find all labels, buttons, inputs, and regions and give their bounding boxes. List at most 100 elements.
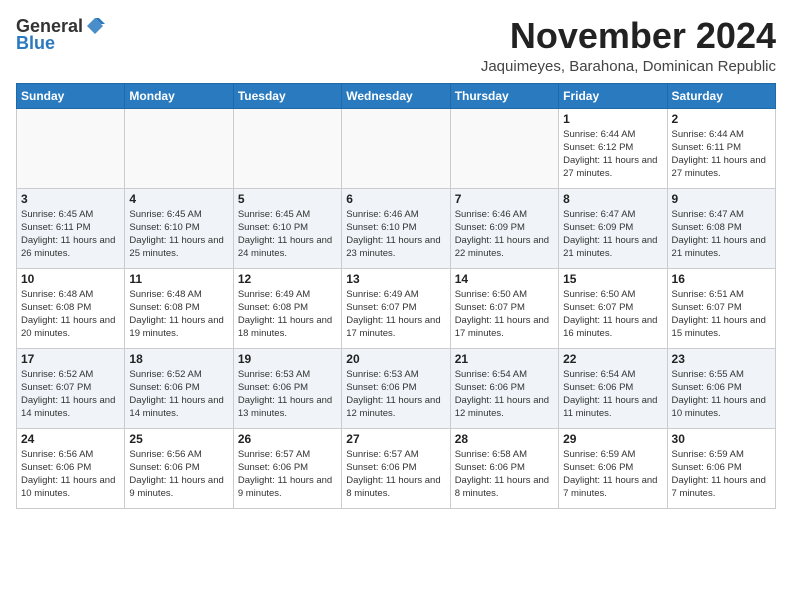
- day-number: 3: [21, 192, 120, 206]
- day-info: Sunrise: 6:51 AM Sunset: 6:07 PM Dayligh…: [672, 288, 771, 341]
- day-number: 30: [672, 432, 771, 446]
- day-cell: 12 Sunrise: 6:49 AM Sunset: 6:08 PM Dayli…: [233, 268, 341, 348]
- empty-cell: [450, 108, 558, 188]
- day-info: Sunrise: 6:55 AM Sunset: 6:06 PM Dayligh…: [672, 368, 771, 421]
- month-title: November 2024: [481, 16, 776, 56]
- day-cell: 23 Sunrise: 6:55 AM Sunset: 6:06 PM Dayli…: [667, 348, 775, 428]
- day-info: Sunrise: 6:47 AM Sunset: 6:08 PM Dayligh…: [672, 208, 771, 261]
- day-number: 17: [21, 352, 120, 366]
- day-number: 12: [238, 272, 337, 286]
- day-number: 28: [455, 432, 554, 446]
- day-number: 21: [455, 352, 554, 366]
- day-cell: 30 Sunrise: 6:59 AM Sunset: 6:06 PM Dayli…: [667, 428, 775, 508]
- day-number: 18: [129, 352, 228, 366]
- day-info: Sunrise: 6:50 AM Sunset: 6:07 PM Dayligh…: [455, 288, 554, 341]
- day-cell: 2Sunrise: 6:44 AM Sunset: 6:11 PM Daylig…: [667, 108, 775, 188]
- day-info: Sunrise: 6:52 AM Sunset: 6:07 PM Dayligh…: [21, 368, 120, 421]
- day-number: 14: [455, 272, 554, 286]
- day-number: 23: [672, 352, 771, 366]
- day-cell: 18Sunrise: 6:52 AM Sunset: 6:06 PM Dayli…: [125, 348, 233, 428]
- location-subtitle: Jaquimeyes, Barahona, Dominican Republic: [481, 58, 776, 75]
- day-number: 11: [129, 272, 228, 286]
- day-cell: 25 Sunrise: 6:56 AM Sunset: 6:06 PM Dayli…: [125, 428, 233, 508]
- day-info: Sunrise: 6:58 AM Sunset: 6:06 PM Dayligh…: [455, 448, 554, 501]
- day-number: 22: [563, 352, 662, 366]
- day-number: 20: [346, 352, 445, 366]
- col-tuesday: Tuesday: [233, 83, 341, 108]
- day-info: Sunrise: 6:46 AM Sunset: 6:09 PM Dayligh…: [455, 208, 554, 261]
- day-cell: 16Sunrise: 6:51 AM Sunset: 6:07 PM Dayli…: [667, 268, 775, 348]
- day-info: Sunrise: 6:56 AM Sunset: 6:06 PM Dayligh…: [129, 448, 228, 501]
- day-number: 27: [346, 432, 445, 446]
- day-info: Sunrise: 6:46 AM Sunset: 6:10 PM Dayligh…: [346, 208, 445, 261]
- day-cell: 9 Sunrise: 6:47 AM Sunset: 6:08 PM Daylig…: [667, 188, 775, 268]
- logo-icon: [85, 16, 105, 36]
- calendar-header-row: Sunday Monday Tuesday Wednesday Thursday…: [17, 83, 776, 108]
- col-sunday: Sunday: [17, 83, 125, 108]
- day-cell: 5 Sunrise: 6:45 AM Sunset: 6:10 PM Daylig…: [233, 188, 341, 268]
- empty-cell: [342, 108, 450, 188]
- calendar-table: Sunday Monday Tuesday Wednesday Thursday…: [16, 83, 776, 509]
- day-cell: 24 Sunrise: 6:56 AM Sunset: 6:06 PM Dayli…: [17, 428, 125, 508]
- day-number: 15: [563, 272, 662, 286]
- week-row: 3 Sunrise: 6:45 AM Sunset: 6:11 PM Daylig…: [17, 188, 776, 268]
- day-info: Sunrise: 6:59 AM Sunset: 6:06 PM Dayligh…: [672, 448, 771, 501]
- day-number: 29: [563, 432, 662, 446]
- col-saturday: Saturday: [667, 83, 775, 108]
- day-info: Sunrise: 6:50 AM Sunset: 6:07 PM Dayligh…: [563, 288, 662, 341]
- day-cell: 10 Sunrise: 6:48 AM Sunset: 6:08 PM Dayli…: [17, 268, 125, 348]
- day-cell: 19Sunrise: 6:53 AM Sunset: 6:06 PM Dayli…: [233, 348, 341, 428]
- day-number: 6: [346, 192, 445, 206]
- day-cell: 3 Sunrise: 6:45 AM Sunset: 6:11 PM Daylig…: [17, 188, 125, 268]
- day-number: 8: [563, 192, 662, 206]
- day-cell: 17 Sunrise: 6:52 AM Sunset: 6:07 PM Dayli…: [17, 348, 125, 428]
- day-number: 26: [238, 432, 337, 446]
- col-friday: Friday: [559, 83, 667, 108]
- day-cell: 26Sunrise: 6:57 AM Sunset: 6:06 PM Dayli…: [233, 428, 341, 508]
- day-cell: 14 Sunrise: 6:50 AM Sunset: 6:07 PM Dayli…: [450, 268, 558, 348]
- empty-cell: [233, 108, 341, 188]
- day-cell: 8 Sunrise: 6:47 AM Sunset: 6:09 PM Daylig…: [559, 188, 667, 268]
- week-row: 17 Sunrise: 6:52 AM Sunset: 6:07 PM Dayli…: [17, 348, 776, 428]
- day-info: Sunrise: 6:56 AM Sunset: 6:06 PM Dayligh…: [21, 448, 120, 501]
- day-info: Sunrise: 6:44 AM Sunset: 6:12 PM Dayligh…: [563, 128, 662, 181]
- day-number: 9: [672, 192, 771, 206]
- day-cell: 13Sunrise: 6:49 AM Sunset: 6:07 PM Dayli…: [342, 268, 450, 348]
- day-cell: 15 Sunrise: 6:50 AM Sunset: 6:07 PM Dayli…: [559, 268, 667, 348]
- day-info: Sunrise: 6:45 AM Sunset: 6:10 PM Dayligh…: [129, 208, 228, 261]
- day-number: 4: [129, 192, 228, 206]
- col-thursday: Thursday: [450, 83, 558, 108]
- day-number: 19: [238, 352, 337, 366]
- day-info: Sunrise: 6:45 AM Sunset: 6:10 PM Dayligh…: [238, 208, 337, 261]
- day-info: Sunrise: 6:45 AM Sunset: 6:11 PM Dayligh…: [21, 208, 120, 261]
- day-number: 25: [129, 432, 228, 446]
- day-cell: 20Sunrise: 6:53 AM Sunset: 6:06 PM Dayli…: [342, 348, 450, 428]
- day-cell: 11Sunrise: 6:48 AM Sunset: 6:08 PM Dayli…: [125, 268, 233, 348]
- day-number: 13: [346, 272, 445, 286]
- day-number: 7: [455, 192, 554, 206]
- day-info: Sunrise: 6:54 AM Sunset: 6:06 PM Dayligh…: [455, 368, 554, 421]
- day-number: 5: [238, 192, 337, 206]
- empty-cell: [125, 108, 233, 188]
- logo: General Blue: [16, 16, 105, 54]
- title-block: November 2024 Jaquimeyes, Barahona, Domi…: [481, 16, 776, 75]
- day-cell: 22Sunrise: 6:54 AM Sunset: 6:06 PM Dayli…: [559, 348, 667, 428]
- day-cell: 27 Sunrise: 6:57 AM Sunset: 6:06 PM Dayli…: [342, 428, 450, 508]
- col-wednesday: Wednesday: [342, 83, 450, 108]
- day-cell: 21 Sunrise: 6:54 AM Sunset: 6:06 PM Dayli…: [450, 348, 558, 428]
- day-cell: 28 Sunrise: 6:58 AM Sunset: 6:06 PM Dayli…: [450, 428, 558, 508]
- week-row: 24 Sunrise: 6:56 AM Sunset: 6:06 PM Dayli…: [17, 428, 776, 508]
- day-cell: 7 Sunrise: 6:46 AM Sunset: 6:09 PM Daylig…: [450, 188, 558, 268]
- week-row: 10 Sunrise: 6:48 AM Sunset: 6:08 PM Dayli…: [17, 268, 776, 348]
- col-monday: Monday: [125, 83, 233, 108]
- day-info: Sunrise: 6:48 AM Sunset: 6:08 PM Dayligh…: [21, 288, 120, 341]
- day-number: 2: [672, 112, 771, 126]
- day-cell: 1Sunrise: 6:44 AM Sunset: 6:12 PM Daylig…: [559, 108, 667, 188]
- day-info: Sunrise: 6:57 AM Sunset: 6:06 PM Dayligh…: [346, 448, 445, 501]
- day-cell: 4 Sunrise: 6:45 AM Sunset: 6:10 PM Daylig…: [125, 188, 233, 268]
- day-info: Sunrise: 6:47 AM Sunset: 6:09 PM Dayligh…: [563, 208, 662, 261]
- day-info: Sunrise: 6:59 AM Sunset: 6:06 PM Dayligh…: [563, 448, 662, 501]
- day-number: 24: [21, 432, 120, 446]
- day-info: Sunrise: 6:49 AM Sunset: 6:08 PM Dayligh…: [238, 288, 337, 341]
- day-number: 10: [21, 272, 120, 286]
